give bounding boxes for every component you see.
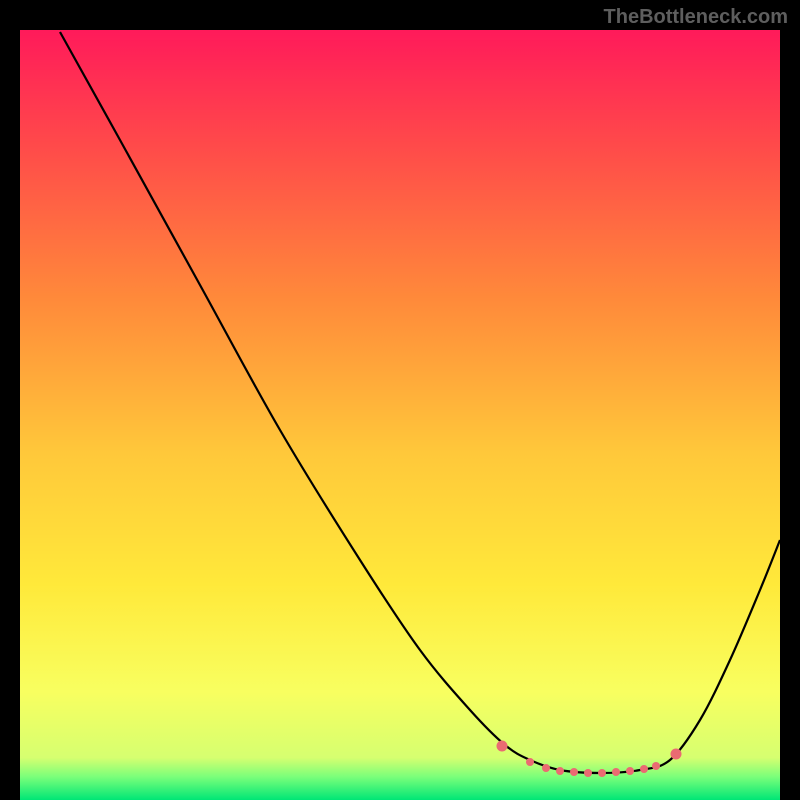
data-marker (556, 767, 564, 775)
data-marker (598, 769, 606, 777)
data-marker (652, 762, 660, 770)
data-marker (612, 768, 620, 776)
chart-container: TheBottleneck.com (0, 0, 800, 800)
data-marker (626, 767, 634, 775)
data-marker (584, 769, 592, 777)
bottleneck-chart (0, 0, 800, 800)
data-marker (671, 749, 682, 760)
data-marker (542, 764, 550, 772)
data-marker (570, 768, 578, 776)
data-marker (640, 765, 648, 773)
watermark-text: TheBottleneck.com (604, 6, 788, 29)
plot-background (20, 30, 780, 800)
data-marker (497, 741, 508, 752)
data-marker (526, 758, 534, 766)
